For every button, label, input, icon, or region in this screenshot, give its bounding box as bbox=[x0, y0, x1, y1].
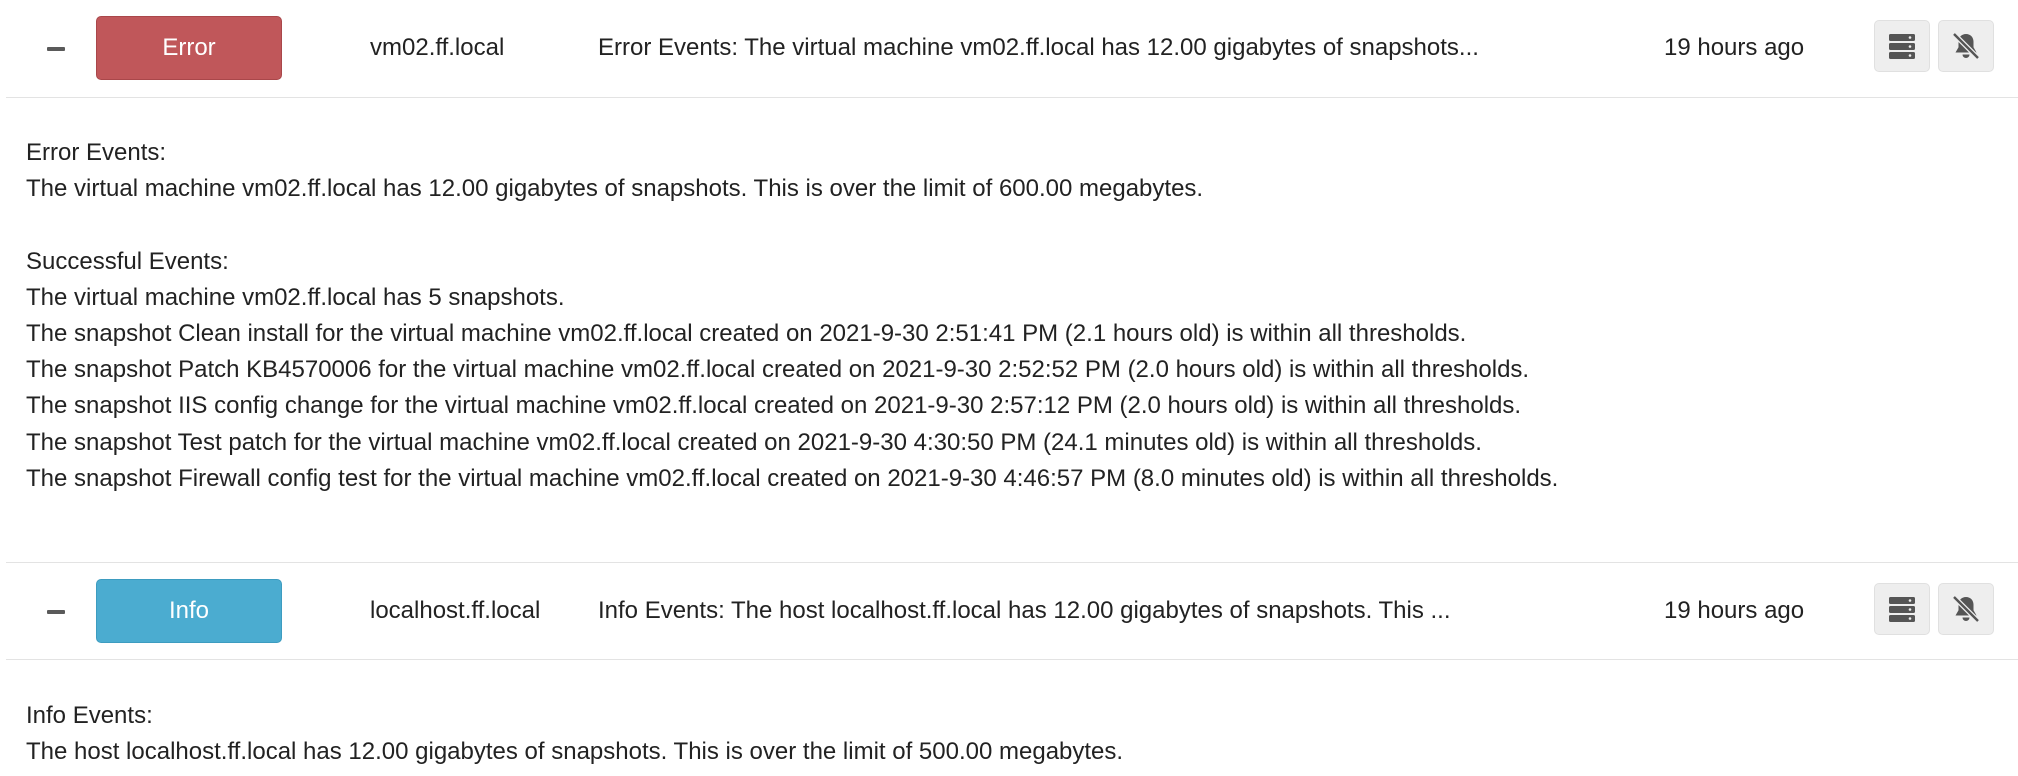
event-row-error: Error vm02.ff.local Error Events: The vi… bbox=[6, 0, 2018, 98]
bell-slash-icon[interactable] bbox=[1938, 20, 1994, 72]
host-name: localhost.ff.local bbox=[370, 597, 541, 624]
details-heading-info: Info Events: bbox=[26, 702, 153, 729]
database-icon[interactable] bbox=[1874, 20, 1930, 72]
details-line: The virtual machine vm02.ff.local has 12… bbox=[26, 175, 1204, 203]
severity-badge[interactable]: Info bbox=[96, 579, 282, 643]
event-summary: Info Events: The host localhost.ff.local… bbox=[598, 597, 1451, 624]
bell-slash-icon[interactable] bbox=[1938, 583, 1994, 635]
event-time: 19 hours ago bbox=[1664, 597, 1805, 624]
database-icon[interactable] bbox=[1874, 583, 1930, 635]
host-name: vm02.ff.local bbox=[370, 34, 505, 61]
event-time: 19 hours ago bbox=[1664, 34, 1805, 61]
details-line: The snapshot Patch KB4570006 for the vir… bbox=[26, 356, 1530, 384]
collapse-icon[interactable] bbox=[42, 601, 70, 623]
details-heading-error: Error Events: bbox=[26, 139, 167, 166]
event-row-info: Info localhost.ff.local Info Events: The… bbox=[6, 562, 2018, 660]
severity-badge[interactable]: Error bbox=[96, 16, 282, 80]
event-summary: Error Events: The virtual machine vm02.f… bbox=[598, 34, 1479, 61]
details-line: The snapshot Clean install for the virtu… bbox=[26, 319, 1467, 347]
details-line: The virtual machine vm02.ff.local has 5 … bbox=[26, 283, 565, 311]
details-line: The host localhost.ff.local has 12.00 gi… bbox=[26, 738, 1124, 766]
details-line: The snapshot Firewall config test for th… bbox=[26, 464, 1559, 492]
details-line: The snapshot Test patch for the virtual … bbox=[26, 428, 1482, 456]
collapse-icon[interactable] bbox=[42, 38, 70, 60]
details-line: The snapshot IIS config change for the v… bbox=[26, 392, 1522, 420]
event-details-error: Error Events: The virtual machine vm02.f… bbox=[26, 135, 2006, 497]
details-heading-successful: Successful Events: bbox=[26, 247, 229, 275]
event-details-info: Info Events: The host localhost.ff.local… bbox=[26, 698, 2006, 770]
